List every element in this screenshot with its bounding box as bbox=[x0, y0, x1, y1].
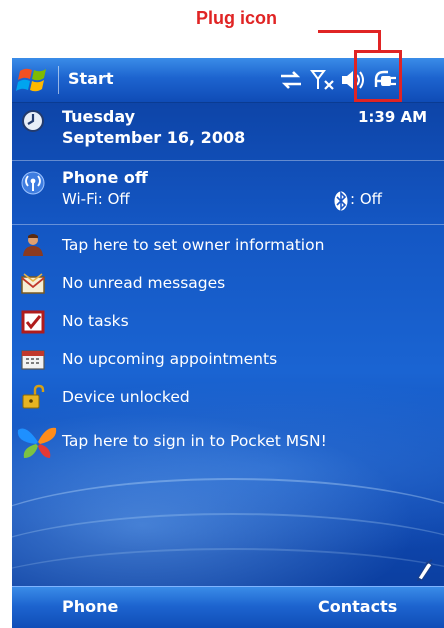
softkey-bar: Phone Contacts bbox=[12, 586, 444, 628]
clock-time: 1:39 AM bbox=[358, 108, 428, 126]
owner-person-icon bbox=[23, 234, 43, 256]
appointments-row[interactable]: No upcoming appointments bbox=[12, 342, 444, 378]
tasks-checkbox-icon bbox=[21, 310, 45, 334]
input-panel-pen-icon[interactable] bbox=[414, 558, 436, 582]
device-lock-row[interactable]: Device unlocked bbox=[12, 380, 444, 416]
tasks-text: No tasks bbox=[62, 312, 129, 330]
annotation-highlight-box bbox=[354, 50, 402, 102]
envelope-icon bbox=[21, 273, 45, 294]
windows-logo-icon[interactable] bbox=[16, 64, 52, 96]
tasks-row[interactable]: No tasks bbox=[12, 304, 444, 340]
row-divider bbox=[12, 224, 444, 225]
calendar-icon bbox=[21, 350, 45, 370]
date-full: September 16, 2008 bbox=[62, 128, 246, 147]
messages-row[interactable]: No unread messages bbox=[12, 266, 444, 302]
phone-status: Phone off bbox=[62, 168, 148, 187]
msn-sign-in-text: Tap here to sign in to Pocket MSN! bbox=[62, 432, 327, 450]
bluetooth-icon bbox=[334, 191, 348, 211]
wireless-antenna-icon bbox=[21, 171, 45, 195]
annotation-label: Plug icon bbox=[196, 8, 277, 28]
appointments-text: No upcoming appointments bbox=[62, 350, 278, 368]
start-menu-button[interactable]: Start bbox=[68, 69, 114, 88]
softkey-phone-button[interactable]: Phone bbox=[62, 597, 118, 616]
msn-butterfly-icon bbox=[17, 427, 57, 458]
date-row[interactable]: Tuesday September 16, 2008 1:39 AM bbox=[12, 102, 444, 158]
softkey-contacts-button[interactable]: Contacts bbox=[318, 597, 397, 616]
wifi-status: Wi-Fi: Off bbox=[62, 190, 130, 208]
owner-info-row[interactable]: Tap here to set owner information bbox=[12, 228, 444, 264]
today-screen: Start Tuesday September 16, 2008 1:39 AM bbox=[12, 58, 444, 628]
date-day: Tuesday bbox=[62, 107, 136, 126]
annotation-leader-line-vertical bbox=[378, 30, 381, 52]
msn-row[interactable]: Tap here to sign in to Pocket MSN! bbox=[12, 420, 444, 464]
unlocked-padlock-icon bbox=[22, 384, 45, 409]
messages-text: No unread messages bbox=[62, 274, 226, 292]
device-lock-text: Device unlocked bbox=[62, 388, 190, 406]
signal-off-icon[interactable] bbox=[310, 67, 336, 93]
annotation-leader-line bbox=[318, 30, 380, 33]
row-divider bbox=[12, 160, 444, 161]
owner-info-text: Tap here to set owner information bbox=[62, 236, 325, 254]
bluetooth-status: : Off bbox=[350, 190, 382, 208]
sync-arrows-icon[interactable] bbox=[278, 67, 304, 93]
clock-icon bbox=[22, 110, 44, 132]
start-separator bbox=[58, 66, 59, 94]
phone-row[interactable]: Phone off Wi-Fi: Off : Off bbox=[12, 162, 444, 222]
